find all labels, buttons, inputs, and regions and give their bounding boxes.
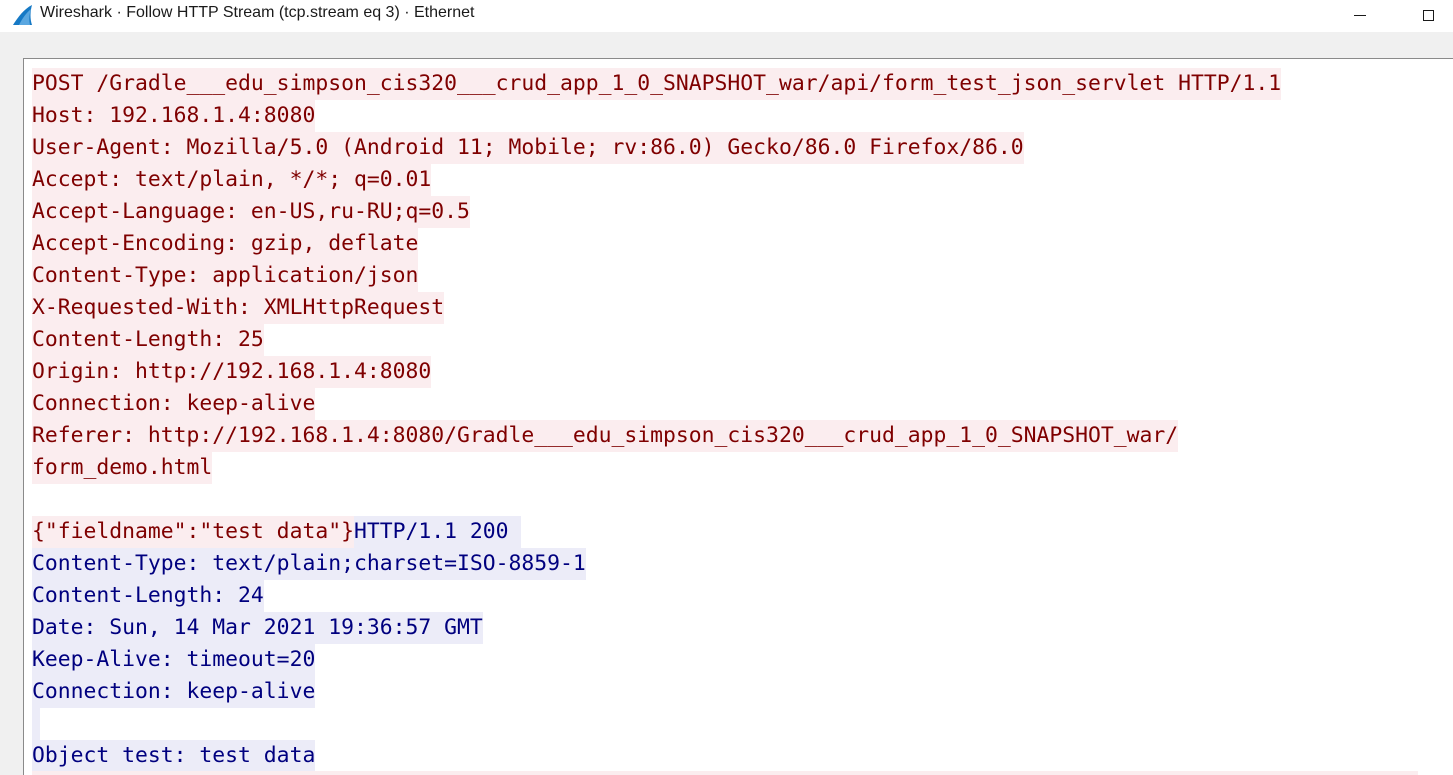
stream-line: Connection: keep-alive <box>32 388 1281 420</box>
client-request-text: Content-Length: 25 <box>32 324 264 356</box>
stream-line: Connection: keep-alive <box>32 676 1281 708</box>
stream-line: X-Requested-With: XMLHttpRequest <box>32 292 1281 324</box>
stream-line: Origin: http://192.168.1.4:8080 <box>32 356 1281 388</box>
stream-line: Date: Sun, 14 Mar 2021 19:36:57 GMT <box>32 612 1281 644</box>
stream-line: {"fieldname":"test data"}HTTP/1.1 200 <box>32 516 1281 548</box>
title-bar: Wireshark · Follow HTTP Stream (tcp.stre… <box>0 0 1453 32</box>
server-response-text: Content-Type: text/plain;charset=ISO-885… <box>32 548 586 580</box>
maximize-button[interactable] <box>1405 0 1451 30</box>
client-request-text: Referer: http://192.168.1.4:8080/Gradle_… <box>32 420 1179 452</box>
server-response-text: Object test: test data <box>32 740 316 772</box>
client-request-text: Accept: text/plain, */*; q=0.01 <box>32 164 432 196</box>
client-request-text: Connection: keep-alive <box>32 388 316 420</box>
stream-line <box>32 484 1281 516</box>
stream-line: POST /Gradle___edu_simpson_cis320___crud… <box>32 68 1282 100</box>
stream-line: Content-Type: text/plain;charset=ISO-885… <box>32 548 1281 580</box>
client-request-text: Origin: http://192.168.1.4:8080 <box>32 356 432 388</box>
dialog-background <box>0 38 1453 58</box>
stream-line: Referer: http://192.168.1.4:8080/Gradle_… <box>32 420 1281 452</box>
next-client-line-edge <box>32 771 1418 775</box>
server-response-text: Content-Length: 24 <box>32 580 264 612</box>
client-request-text: Content-Type: application/json <box>32 260 419 292</box>
client-request-text: Accept-Encoding: gzip, deflate <box>32 228 419 260</box>
wireshark-follow-stream-window: Wireshark · Follow HTTP Stream (tcp.stre… <box>0 0 1453 775</box>
server-response-text: Connection: keep-alive <box>32 676 316 708</box>
stream-line: Accept-Encoding: gzip, deflate <box>32 228 1281 260</box>
client-request-text: Host: 192.168.1.4:8080 <box>32 100 316 132</box>
server-response-text: HTTP/1.1 200 <box>353 516 522 548</box>
wireshark-fin-icon <box>10 3 34 27</box>
stream-line: Accept-Language: en-US,ru-RU;q=0.5 <box>32 196 1281 228</box>
stream-line: Accept: text/plain, */*; q=0.01 <box>32 164 1281 196</box>
stream-line: User-Agent: Mozilla/5.0 (Android 11; Mob… <box>32 132 1281 164</box>
stream-line: form_demo.html <box>32 452 1281 484</box>
client-request-text: Accept-Language: en-US,ru-RU;q=0.5 <box>32 196 470 228</box>
stream-line <box>32 708 1281 740</box>
stream-line: Content-Length: 25 <box>32 324 1281 356</box>
stream-line: Host: 192.168.1.4:8080 <box>32 100 1281 132</box>
client-request-text: X-Requested-With: XMLHttpRequest <box>32 292 445 324</box>
client-request-text: User-Agent: Mozilla/5.0 (Android 11; Mob… <box>32 132 1024 164</box>
server-response-text: Date: Sun, 14 Mar 2021 19:36:57 GMT <box>32 612 483 644</box>
window-title: Wireshark · Follow HTTP Stream (tcp.stre… <box>40 4 475 21</box>
dialog-background-left <box>0 38 23 775</box>
client-request-text: form_demo.html <box>32 452 213 484</box>
client-request-text: POST /Gradle___edu_simpson_cis320___crud… <box>32 68 1282 100</box>
maximize-icon <box>1422 9 1434 21</box>
server-response-text <box>32 708 40 740</box>
minimize-button[interactable] <box>1337 0 1383 30</box>
stream-line: Content-Type: application/json <box>32 260 1281 292</box>
minimize-icon <box>1354 14 1366 16</box>
server-response-text: Keep-Alive: timeout=20 <box>32 644 316 676</box>
stream-line: Object test: test data <box>32 740 1281 772</box>
stream-content[interactable]: POST /Gradle___edu_simpson_cis320___crud… <box>32 68 1282 772</box>
stream-line: Keep-Alive: timeout=20 <box>32 644 1281 676</box>
stream-line: Content-Length: 24 <box>32 580 1281 612</box>
client-request-text: {"fieldname":"test data"} <box>32 516 354 548</box>
